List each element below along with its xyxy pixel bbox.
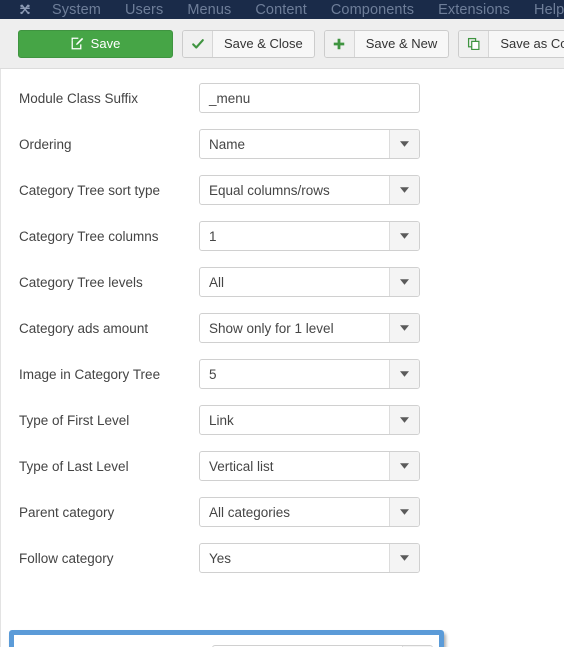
- navbar-item-components[interactable]: Components: [319, 2, 426, 18]
- form-row-category-tree-columns: Category Tree columns 1: [1, 213, 564, 259]
- navbar-item-content[interactable]: Content: [243, 2, 319, 18]
- plus-icon: [324, 30, 355, 57]
- save-and-new-button[interactable]: Save & New: [323, 29, 450, 58]
- form-row-follow-category: Follow category Yes: [1, 535, 564, 581]
- field-label: Follow category: [19, 550, 114, 566]
- field-label: Category Tree columns: [19, 228, 159, 244]
- form-row-category-tree-levels: Category Tree levels All: [1, 259, 564, 305]
- field-value: Name: [209, 136, 246, 152]
- type-of-last-level-select[interactable]: Vertical list: [199, 451, 420, 481]
- field-value: All categories: [209, 504, 291, 520]
- ordering-select[interactable]: Name: [199, 129, 420, 159]
- field-value: Vertical list: [209, 458, 274, 474]
- field-value: _menu: [209, 90, 251, 106]
- chevron-down-icon[interactable]: [389, 130, 419, 158]
- save-as-copy-button[interactable]: Save as Copy: [458, 29, 564, 58]
- form-row-parent-category: Parent category All categories: [1, 489, 564, 535]
- save-pencil-icon: [71, 37, 84, 50]
- save-and-close-label: Save & Close: [224, 36, 303, 51]
- options-form: Module Class Suffix _menu Ordering Name …: [1, 69, 564, 581]
- check-icon: [183, 30, 213, 57]
- form-row-image-in-category-tree: Image in Category Tree 5: [1, 351, 564, 397]
- follow-category-select[interactable]: Yes: [199, 543, 420, 573]
- chevron-down-icon[interactable]: [389, 452, 419, 480]
- chevron-down-icon[interactable]: [389, 314, 419, 342]
- field-value: Link: [209, 412, 234, 428]
- navbar-item-users[interactable]: Users: [113, 2, 175, 18]
- form-row-type-of-last-level: Type of Last Level Vertical list: [1, 443, 564, 489]
- form-row-hide-empty-categories: Hide empty categories Yes: [14, 635, 439, 647]
- image-in-category-tree-select[interactable]: 5: [199, 359, 420, 389]
- field-value: 5: [209, 366, 217, 382]
- admin-navbar: System Users Menus Content Components Ex…: [0, 0, 564, 19]
- field-label: Type of Last Level: [19, 458, 129, 474]
- field-label: Category Tree sort type: [19, 182, 161, 198]
- module-options-panel: Module Class Suffix _menu Ordering Name …: [0, 69, 564, 647]
- chevron-down-icon[interactable]: [389, 222, 419, 250]
- field-label: Category Tree levels: [19, 274, 143, 290]
- form-row-ordering: Ordering Name: [1, 121, 564, 167]
- field-value: Equal columns/rows: [209, 182, 330, 198]
- chevron-down-icon[interactable]: [389, 268, 419, 296]
- form-row-category-tree-sort-type: Category Tree sort type Equal columns/ro…: [1, 167, 564, 213]
- category-tree-columns-select[interactable]: 1: [199, 221, 420, 251]
- save-button[interactable]: Save: [18, 29, 173, 58]
- navbar-item-help[interactable]: Help: [522, 2, 564, 18]
- field-label: Type of First Level: [19, 412, 130, 428]
- field-label: Module Class Suffix: [19, 90, 139, 106]
- field-value: Show only for 1 level: [209, 320, 334, 336]
- field-label: Category ads amount: [19, 320, 149, 336]
- save-as-copy-label: Save as Copy: [500, 36, 564, 51]
- save-button-label: Save: [90, 36, 121, 51]
- field-value: Yes: [209, 550, 232, 566]
- navbar-item-menus[interactable]: Menus: [175, 2, 243, 18]
- chevron-down-icon[interactable]: [389, 544, 419, 572]
- chevron-down-icon[interactable]: [389, 406, 419, 434]
- joomla-logo-icon[interactable]: [10, 3, 40, 17]
- field-label: Ordering: [19, 136, 72, 152]
- editor-toolbar: Save Save & Close Save & New Save as Cop…: [0, 19, 564, 69]
- form-row-category-ads-amount: Category ads amount Show only for 1 leve…: [1, 305, 564, 351]
- field-label: Parent category: [19, 504, 115, 520]
- chevron-down-icon[interactable]: [389, 360, 419, 388]
- field-value: 1: [209, 228, 217, 244]
- parent-category-select[interactable]: All categories: [199, 497, 420, 527]
- save-and-new-label: Save & New: [365, 36, 438, 51]
- form-row-type-of-first-level: Type of First Level Link: [1, 397, 564, 443]
- navbar-item-system[interactable]: System: [40, 2, 113, 18]
- chevron-down-icon[interactable]: [389, 498, 419, 526]
- category-ads-amount-select[interactable]: Show only for 1 level: [199, 313, 420, 343]
- category-tree-sort-type-select[interactable]: Equal columns/rows: [199, 175, 420, 205]
- copy-icon: [459, 30, 490, 57]
- navbar-item-extensions[interactable]: Extensions: [426, 2, 522, 18]
- form-row-module-class-suffix: Module Class Suffix _menu: [1, 75, 564, 121]
- save-and-close-button[interactable]: Save & Close: [182, 29, 315, 58]
- type-of-first-level-select[interactable]: Link: [199, 405, 420, 435]
- category-tree-levels-select[interactable]: All: [199, 267, 420, 297]
- chevron-down-icon[interactable]: [389, 176, 419, 204]
- field-value: All: [209, 274, 225, 290]
- highlighted-field-region: Hide empty categories Yes: [9, 630, 444, 647]
- field-label: Image in Category Tree: [19, 366, 161, 382]
- module-class-suffix-input[interactable]: _menu: [199, 83, 420, 113]
